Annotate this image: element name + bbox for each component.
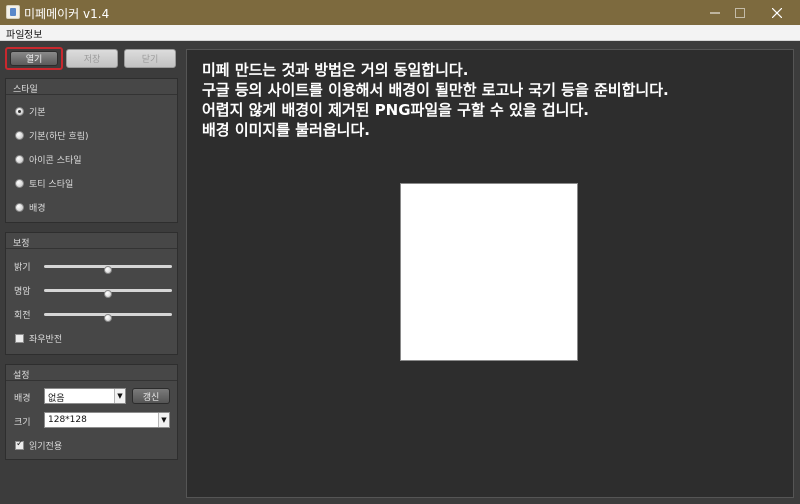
window-title: 미페메이커 v1.4 xyxy=(24,7,110,21)
contrast-slider[interactable] xyxy=(44,289,172,298)
brightness-row: 밝기 xyxy=(14,260,174,274)
radio-icon xyxy=(15,203,24,212)
style-option-label: 기본 xyxy=(29,108,46,118)
menu-bar: 파일 정보 xyxy=(0,25,800,41)
slider-thumb[interactable] xyxy=(104,314,112,322)
size-select[interactable]: 128*128 ▼ xyxy=(44,412,170,428)
divider xyxy=(6,94,177,95)
style-option-basic-blur[interactable]: 기본(하단 흐림) xyxy=(15,129,89,142)
close-icon xyxy=(772,7,782,18)
rotate-label: 회전 xyxy=(14,311,31,321)
instruction-line: 미페 만드는 것과 방법은 거의 동일합니다. xyxy=(202,61,469,79)
background-label: 배경 xyxy=(14,394,31,404)
radio-selected-icon xyxy=(15,107,24,116)
rotate-row: 회전 xyxy=(14,308,174,322)
style-option-label: 기본(하단 흐림) xyxy=(29,132,89,142)
readonly-label: 읽기전용 xyxy=(29,442,63,452)
chevron-down-icon: ▼ xyxy=(114,389,125,403)
main-canvas-area: 미페 만드는 것과 방법은 거의 동일합니다. 구글 등의 사이트를 이용해서 … xyxy=(186,49,794,498)
chevron-down-icon: ▼ xyxy=(158,413,169,427)
flip-label: 좌우반전 xyxy=(29,335,63,345)
close-button[interactable]: 닫기 xyxy=(124,49,176,68)
checkbox-icon xyxy=(15,439,24,450)
adjust-group: 보정 밝기 명암 회전 좌우반전 xyxy=(5,232,178,355)
contrast-label: 명암 xyxy=(14,287,31,297)
radio-icon xyxy=(15,155,24,164)
background-value: 없음 xyxy=(48,394,65,404)
open-button[interactable]: 열기 xyxy=(10,51,58,66)
style-option-label: 아이콘 스타일 xyxy=(29,156,82,166)
brightness-slider[interactable] xyxy=(44,265,172,274)
app-icon xyxy=(6,5,20,19)
menu-info[interactable]: 정보 xyxy=(24,26,42,41)
divider xyxy=(6,248,177,249)
style-option-label: 토티 스타일 xyxy=(29,180,74,190)
style-option-basic[interactable]: 기본 xyxy=(15,105,46,118)
refresh-button[interactable]: 갱신 xyxy=(132,388,170,404)
size-value: 128*128 xyxy=(48,415,87,425)
image-preview[interactable] xyxy=(400,183,578,361)
style-option-icon[interactable]: 아이콘 스타일 xyxy=(15,153,82,166)
size-label: 크기 xyxy=(14,418,31,428)
divider xyxy=(6,380,177,381)
open-button-highlight: 열기 xyxy=(5,47,63,70)
style-group: 스타일 기본 기본(하단 흐림) 아이콘 스타일 토티 스타일 배경 xyxy=(5,78,178,223)
slider-thumb[interactable] xyxy=(104,266,112,274)
radio-icon xyxy=(15,179,24,188)
radio-icon xyxy=(15,131,24,140)
instruction-line: 구글 등의 사이트를 이용해서 배경이 될만한 로고나 국기 등을 준비합니다. xyxy=(202,81,669,99)
instructions-text: 미페 만드는 것과 방법은 거의 동일합니다. 구글 등의 사이트를 이용해서 … xyxy=(202,60,669,140)
contrast-row: 명암 xyxy=(14,284,174,298)
save-button[interactable]: 저장 xyxy=(66,49,118,68)
style-option-background[interactable]: 배경 xyxy=(15,201,46,214)
instruction-line: 배경 이미지를 불러옵니다. xyxy=(202,121,370,139)
slider-thumb[interactable] xyxy=(104,290,112,298)
style-option-label: 배경 xyxy=(29,204,46,214)
maximize-icon xyxy=(735,7,745,18)
style-option-toti[interactable]: 토티 스타일 xyxy=(15,177,73,190)
background-select[interactable]: 없음 ▼ xyxy=(44,388,126,404)
menu-file[interactable]: 파일 xyxy=(6,26,24,41)
rotate-slider[interactable] xyxy=(44,313,172,322)
settings-group: 설정 배경 없음 ▼ 갱신 크기 128*128 ▼ 읽기전용 xyxy=(5,364,178,460)
title-bar: 미페메이커 v1.4 xyxy=(0,0,800,25)
instruction-line: 어렵지 않게 배경이 제거된 PNG파일을 구할 수 있을 겁니다. xyxy=(202,101,589,119)
readonly-checkbox[interactable]: 읽기전용 xyxy=(15,439,62,452)
brightness-label: 밝기 xyxy=(14,263,31,273)
flip-checkbox[interactable]: 좌우반전 xyxy=(15,332,62,345)
checkbox-icon xyxy=(15,334,24,343)
close-window-button[interactable] xyxy=(754,0,800,25)
